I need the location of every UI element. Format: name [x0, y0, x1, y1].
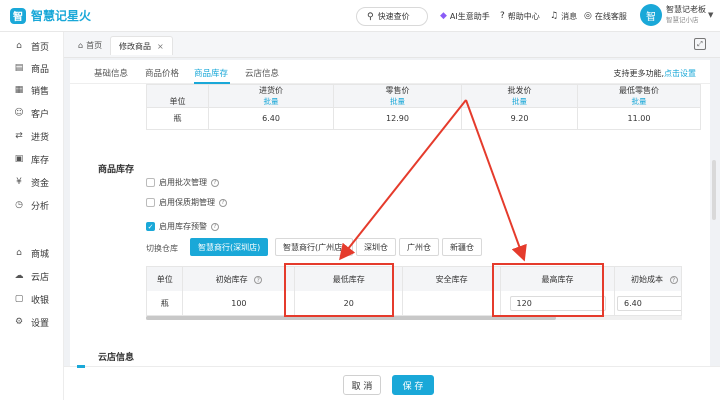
save-button[interactable]: 保 存: [392, 375, 434, 395]
cancel-button[interactable]: 取 消: [343, 375, 381, 395]
arrow-to-min-stock: [339, 99, 467, 261]
partial-checkbox: [77, 365, 85, 368]
footer-bar: 取 消 保 存: [64, 366, 720, 400]
annotation-arrows: [339, 99, 527, 262]
arrow-to-max-stock: [465, 99, 527, 262]
